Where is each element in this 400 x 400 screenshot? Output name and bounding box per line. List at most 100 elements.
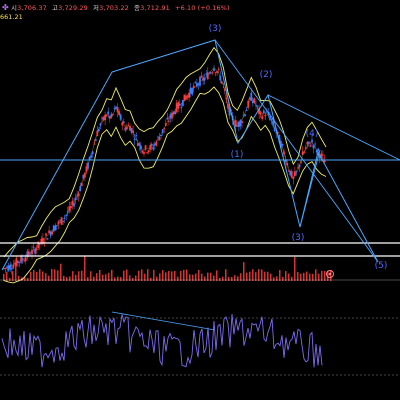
- high-value: 3,729.29: [58, 4, 88, 12]
- candle-body: [113, 108, 116, 109]
- candle-body: [269, 116, 271, 120]
- candle-body: [52, 225, 55, 232]
- volume-bar: [93, 276, 95, 281]
- candle-body: [57, 221, 60, 225]
- candle-body: [175, 103, 178, 113]
- candle-body: [237, 121, 240, 128]
- volume-bar: [114, 277, 116, 281]
- candle-body: [141, 150, 144, 153]
- volume-bar: [267, 271, 269, 281]
- candle-body: [21, 258, 24, 261]
- volume-bar: [33, 270, 35, 281]
- volume-bar: [111, 269, 113, 281]
- volume-bar: [153, 269, 155, 281]
- volume-bar: [183, 269, 185, 281]
- candle-body: [34, 248, 37, 254]
- candle-body: [203, 77, 206, 81]
- candle-body: [171, 112, 173, 119]
- candle-body: [205, 73, 208, 75]
- stock-chart: (3) (1) (2) (4) (3) (5): [0, 24, 400, 376]
- candle-body: [261, 116, 264, 120]
- volume-bar: [39, 269, 41, 281]
- candle-body: [102, 116, 105, 121]
- candle-body: [272, 120, 275, 126]
- candle-body: [303, 151, 306, 153]
- volume-bar: [249, 271, 251, 281]
- candle-body: [197, 83, 200, 86]
- volume-bar: [180, 270, 182, 281]
- candle-body: [311, 139, 313, 142]
- candle-body: [169, 114, 172, 119]
- candle-body: [135, 135, 138, 137]
- candle-body: [181, 99, 184, 106]
- wave-label: (4): [306, 129, 319, 139]
- volume-bar: [261, 269, 263, 281]
- candle-body: [189, 87, 192, 94]
- candle-body: [244, 114, 247, 116]
- ma-value: 661.21: [0, 13, 23, 21]
- candle-body: [80, 183, 83, 187]
- volume-bar: [51, 269, 53, 281]
- volume-bar: [168, 271, 170, 281]
- candle-body: [119, 114, 122, 120]
- volume-bar: [282, 277, 284, 281]
- volume-bar: [297, 272, 299, 281]
- volume-bar: [315, 269, 317, 281]
- candle-body: [15, 258, 18, 266]
- volume-bar: [198, 269, 200, 281]
- candle-body: [45, 233, 47, 236]
- candle-body: [149, 145, 152, 150]
- candle-body: [312, 145, 315, 149]
- candle-body: [222, 83, 225, 85]
- volume-bar: [228, 277, 230, 281]
- volume-bar: [291, 276, 293, 281]
- candle-body: [202, 77, 205, 81]
- volume-bar: [27, 277, 29, 281]
- candle-body: [286, 162, 289, 166]
- candle-body: [216, 71, 219, 73]
- wave-label: (3): [292, 233, 305, 243]
- candle-body: [255, 104, 257, 106]
- candle-body: [298, 164, 301, 168]
- volume-bar: [132, 277, 134, 281]
- candle-body: [24, 257, 27, 262]
- candle-body: [214, 72, 217, 74]
- candle-body: [62, 220, 65, 222]
- candle-body: [297, 167, 299, 169]
- candle-body: [250, 92, 253, 101]
- candle-body: [136, 143, 139, 146]
- candle-body: [192, 85, 195, 89]
- volume-bar: [147, 269, 149, 281]
- candle-body: [157, 136, 159, 138]
- volume-bar: [141, 269, 143, 281]
- volume-bar: [219, 277, 221, 281]
- candle-body: [31, 249, 33, 255]
- candle-body: [116, 107, 119, 113]
- ohlc-readout: ✤ 시3,706.37 고3,729.29 저3,703.22 종3,712.9…: [2, 2, 230, 12]
- candle-body: [245, 109, 248, 112]
- candle-body: [125, 126, 128, 130]
- candle-body: [71, 200, 74, 205]
- candle-body: [304, 147, 307, 150]
- volume-bar: [117, 276, 119, 281]
- candle-body: [138, 143, 141, 146]
- candle-body: [295, 170, 298, 172]
- candle-body: [309, 145, 312, 147]
- candle-body: [107, 111, 110, 115]
- candle-body: [158, 137, 161, 141]
- candle-body: [23, 260, 26, 262]
- candle-body: [32, 246, 35, 248]
- volume-bar: [294, 256, 296, 281]
- candle-body: [314, 143, 317, 145]
- candle-body: [51, 231, 54, 235]
- candle-body: [236, 125, 239, 127]
- candle-body: [85, 166, 88, 172]
- open-value: 3,706.37: [17, 4, 47, 12]
- candle-body: [183, 94, 186, 102]
- candle-body: [211, 72, 214, 74]
- volume-bar: [90, 271, 92, 281]
- candle-body: [121, 122, 124, 126]
- candle-body: [132, 130, 135, 133]
- wave-label: (1): [231, 150, 244, 160]
- candle-body: [194, 82, 197, 83]
